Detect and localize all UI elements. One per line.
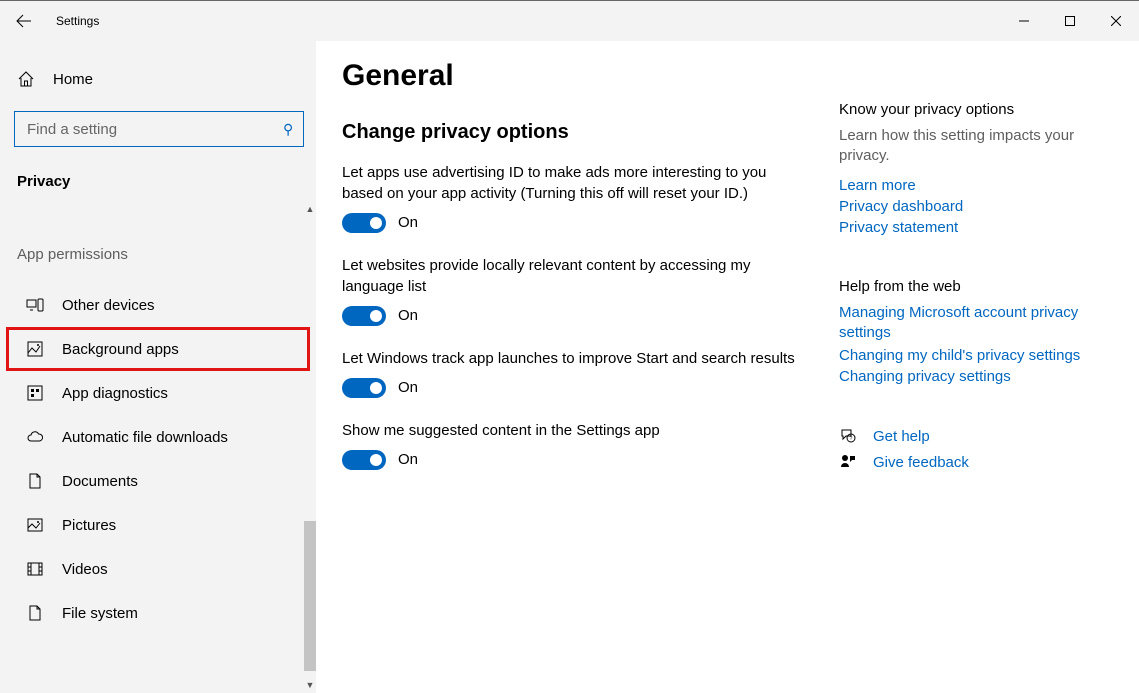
sidebar-item-label: Pictures <box>62 517 116 534</box>
help-feedback-section: ? Get help Give feedback <box>839 427 1119 471</box>
right-panel: Know your privacy options Learn how this… <box>813 59 1119 693</box>
sidebar-item-other-devices[interactable]: Other devices <box>6 283 310 327</box>
section-heading: Help from the web <box>839 278 1119 295</box>
close-icon <box>1111 16 1121 26</box>
setting-suggested-content: Show me suggested content in the Setting… <box>342 420 802 470</box>
link-privacy-statement[interactable]: Privacy statement <box>839 219 1119 236</box>
link-changing-privacy-settings[interactable]: Changing privacy settings <box>839 368 1119 385</box>
titlebar-left: Settings <box>14 11 99 31</box>
toggle-state-label: On <box>398 449 418 470</box>
setting-advertising-id: Let apps use advertising ID to make ads … <box>342 162 802 233</box>
home-icon <box>17 70 35 88</box>
toggle-language-list[interactable] <box>342 306 386 326</box>
toggle-row: On <box>342 305 802 326</box>
maximize-button[interactable] <box>1047 6 1093 36</box>
sidebar-item-label: Automatic file downloads <box>62 429 228 446</box>
minimize-button[interactable] <box>1001 6 1047 36</box>
give-feedback-row[interactable]: Give feedback <box>839 453 1119 471</box>
scroll-down-arrow-icon[interactable]: ▼ <box>304 677 316 693</box>
page-title: General <box>342 59 813 93</box>
link-changing-child-privacy[interactable]: Changing my child's privacy settings <box>839 347 1119 364</box>
scroll-thumb[interactable] <box>304 521 316 671</box>
close-button[interactable] <box>1093 6 1139 36</box>
toggle-advertising-id[interactable] <box>342 213 386 233</box>
toggle-state-label: On <box>398 305 418 326</box>
know-your-privacy-section: Know your privacy options Learn how this… <box>839 101 1119 236</box>
setting-description: Let apps use advertising ID to make ads … <box>342 162 802 204</box>
sidebar-section-title: Privacy <box>0 147 316 190</box>
feedback-icon <box>839 453 857 471</box>
app-body: Home ⚲ Privacy App permissions Other dev… <box>0 41 1139 693</box>
sidebar-item-documents[interactable]: Documents <box>6 459 310 503</box>
sidebar-item-background-apps[interactable]: Background apps <box>6 327 310 371</box>
sidebar-item-label: Documents <box>62 473 138 490</box>
sidebar-item-label: App diagnostics <box>62 385 168 402</box>
sidebar-item-app-diagnostics[interactable]: App diagnostics <box>6 371 310 415</box>
sidebar-item-label: Background apps <box>62 341 179 358</box>
link-managing-account-privacy[interactable]: Managing Microsoft account privacy setti… <box>839 303 1119 344</box>
page-subtitle: Change privacy options <box>342 121 813 144</box>
window-title: Settings <box>56 14 99 28</box>
toggle-suggested-content[interactable] <box>342 450 386 470</box>
window-controls <box>1001 6 1139 36</box>
get-help-icon: ? <box>839 427 857 445</box>
sidebar-item-videos[interactable]: Videos <box>6 547 310 591</box>
sidebar-item-automatic-file-downloads[interactable]: Automatic file downloads <box>6 415 310 459</box>
get-help-row[interactable]: ? Get help <box>839 427 1119 445</box>
svg-text:?: ? <box>850 436 853 442</box>
toggle-track-launches[interactable] <box>342 378 386 398</box>
scroll-up-arrow-icon[interactable]: ▲ <box>304 201 316 217</box>
sidebar-scrollbar[interactable]: ▲ ▼ <box>304 201 316 693</box>
search-box[interactable]: ⚲ <box>14 111 304 147</box>
section-heading: Know your privacy options <box>839 101 1119 118</box>
sidebar-home[interactable]: Home <box>0 59 316 99</box>
settings-window: Settings Home ⚲ Privacy App permissions <box>0 0 1139 693</box>
sidebar-home-label: Home <box>53 71 93 88</box>
search-input[interactable] <box>25 120 257 139</box>
documents-icon <box>26 472 44 490</box>
app-diagnostics-icon <box>26 384 44 402</box>
sidebar: Home ⚲ Privacy App permissions Other dev… <box>0 41 316 693</box>
toggle-state-label: On <box>398 212 418 233</box>
minimize-icon <box>1019 16 1029 26</box>
maximize-icon <box>1065 16 1075 26</box>
search-icon: ⚲ <box>283 121 293 138</box>
other-devices-icon <box>26 296 44 314</box>
link-privacy-dashboard[interactable]: Privacy dashboard <box>839 198 1119 215</box>
setting-description: Let websites provide locally relevant co… <box>342 255 802 297</box>
sidebar-nav-list: Other devices Background apps App diagno… <box>0 283 316 635</box>
setting-description: Let Windows track app launches to improv… <box>342 348 802 369</box>
toggle-row: On <box>342 377 802 398</box>
sidebar-item-file-system[interactable]: File system <box>6 591 310 635</box>
setting-track-launches: Let Windows track app launches to improv… <box>342 348 802 398</box>
toggle-row: On <box>342 212 802 233</box>
help-from-web-section: Help from the web Managing Microsoft acc… <box>839 278 1119 386</box>
cloud-icon <box>26 428 44 446</box>
sidebar-subheader: App permissions <box>0 190 316 271</box>
videos-icon <box>26 560 44 578</box>
setting-language-list: Let websites provide locally relevant co… <box>342 255 802 326</box>
main-area: General Change privacy options Let apps … <box>316 41 1139 693</box>
background-apps-icon <box>26 340 44 358</box>
section-description: Learn how this setting impacts your priv… <box>839 126 1119 167</box>
sidebar-item-label: Other devices <box>62 297 155 314</box>
get-help-link[interactable]: Get help <box>873 428 930 445</box>
setting-description: Show me suggested content in the Setting… <box>342 420 802 441</box>
toggle-row: On <box>342 449 802 470</box>
toggle-state-label: On <box>398 377 418 398</box>
link-learn-more[interactable]: Learn more <box>839 177 1119 194</box>
pictures-icon <box>26 516 44 534</box>
file-system-icon <box>26 604 44 622</box>
back-arrow-icon <box>16 13 32 29</box>
sidebar-item-label: Videos <box>62 561 108 578</box>
content-panel: General Change privacy options Let apps … <box>342 59 813 693</box>
sidebar-item-label: File system <box>62 605 138 622</box>
sidebar-item-pictures[interactable]: Pictures <box>6 503 310 547</box>
give-feedback-link[interactable]: Give feedback <box>873 454 969 471</box>
back-button[interactable] <box>14 11 34 31</box>
titlebar: Settings <box>0 1 1139 41</box>
